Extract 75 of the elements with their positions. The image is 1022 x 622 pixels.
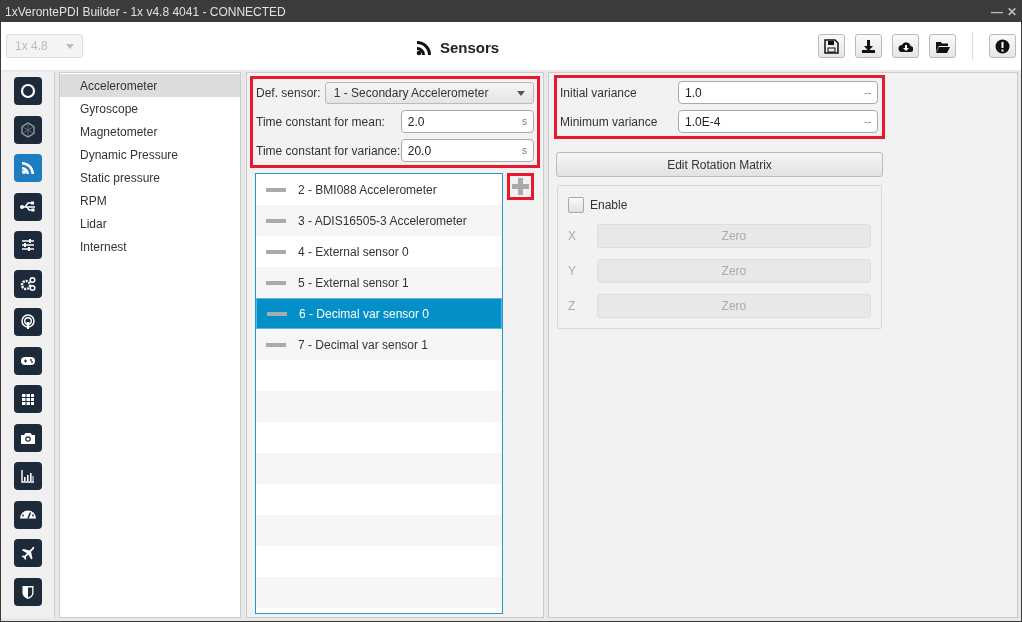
dash-icon (267, 311, 287, 316)
input-field[interactable]: 2.0 s (400, 110, 534, 133)
input-field[interactable]: 1.0E-4 -- (678, 110, 878, 133)
window-title: 1xVerontePDI Builder - 1x v4.8 4041 - CONNECTED (5, 3, 286, 21)
menu-item[interactable]: Static pressure (60, 166, 240, 189)
ring-nav-button[interactable] (13, 77, 42, 105)
minimize-button[interactable]: — (991, 2, 1003, 21)
axis-label: Y (568, 263, 577, 280)
dash-icon (266, 280, 286, 285)
enable-checkbox[interactable] (568, 197, 584, 213)
rss-icon (416, 40, 432, 57)
sensor-list-item[interactable]: 6 - Decimal var sensor 0 (256, 298, 502, 329)
menu-item[interactable]: Magnetometer (60, 120, 240, 143)
axis-label: Z (568, 298, 577, 315)
save-icon (824, 38, 839, 54)
field-label: Def. sensor: (256, 85, 321, 102)
alert-icon (995, 38, 1010, 54)
dash-icon (266, 218, 286, 223)
hexagon-nav-button[interactable] (13, 115, 42, 144)
unit-label: -- (864, 115, 871, 129)
sensor-list-item[interactable]: 3 - ADIS16505-3 Accelerometer (256, 205, 502, 236)
plus-icon (512, 178, 529, 195)
bar-chart-icon (18, 467, 37, 485)
rss-nav-button[interactable] (13, 154, 42, 182)
sliders-nav-button[interactable] (13, 231, 42, 259)
edit-rotation-matrix-button[interactable]: Edit Rotation Matrix (556, 152, 883, 177)
podcast-nav-button[interactable] (13, 308, 42, 336)
airplane-nav-button[interactable] (13, 539, 42, 567)
field-label: Initial variance (560, 84, 638, 102)
unit-label: s (522, 144, 527, 158)
field-label: Time constant for variance: (256, 142, 401, 160)
page-title: Sensors (440, 38, 500, 58)
menu-item[interactable]: Dynamic Pressure (60, 143, 240, 166)
folder-button[interactable] (929, 34, 956, 58)
download-button[interactable] (855, 34, 882, 58)
caret-icon (66, 43, 74, 49)
close-button[interactable]: ✕ (1007, 2, 1017, 21)
hexagon-icon (18, 120, 37, 139)
add-button[interactable] (507, 173, 534, 200)
unit-label: s (522, 115, 527, 129)
gamepad-nav-button[interactable] (13, 346, 42, 375)
dash-icon (266, 187, 286, 192)
grid-nav-button[interactable] (13, 385, 42, 413)
checkbox-label: Enable (590, 197, 628, 214)
camera-nav-button[interactable] (13, 423, 42, 452)
podcast-icon (18, 313, 37, 331)
input-field[interactable]: 1.0 -- (678, 81, 878, 104)
save-button[interactable] (818, 34, 845, 58)
menu-item[interactable]: Gyroscope (60, 97, 240, 120)
menu-item[interactable]: Internest (60, 235, 240, 258)
input-field[interactable]: 20.0 s (400, 139, 534, 162)
default-sensor-dropdown[interactable]: 1 - Secondary Accelerometer (324, 82, 534, 104)
shield-nav-button[interactable] (13, 577, 42, 606)
menu-item[interactable]: RPM (60, 189, 240, 212)
dash-icon (266, 342, 286, 347)
sensor-list-item[interactable]: 5 - External sensor 1 (256, 267, 502, 298)
dash-icon (266, 249, 286, 254)
menu-item[interactable]: Accelerometer (60, 74, 240, 97)
gears-nav-button[interactable] (13, 269, 42, 298)
download-icon (861, 38, 876, 54)
cloud-download-button[interactable] (892, 34, 919, 58)
usb-nav-button[interactable] (13, 192, 42, 221)
unit-label: -- (864, 86, 871, 100)
gears-icon (18, 274, 37, 293)
field-label: Time constant for mean: (256, 113, 386, 131)
alert-button[interactable] (989, 34, 1016, 58)
gauge-nav-button[interactable] (13, 500, 42, 529)
gauge-icon (18, 510, 37, 519)
bar-chart-nav-button[interactable] (13, 462, 42, 490)
ring-icon (18, 82, 37, 100)
menu-item[interactable]: Lidar (60, 212, 240, 235)
caret-icon (517, 90, 525, 96)
field-label: Minimum variance (560, 113, 659, 131)
sensor-list-item[interactable]: 7 - Decimal var sensor 1 (256, 329, 502, 360)
axis-label: X (568, 228, 577, 245)
